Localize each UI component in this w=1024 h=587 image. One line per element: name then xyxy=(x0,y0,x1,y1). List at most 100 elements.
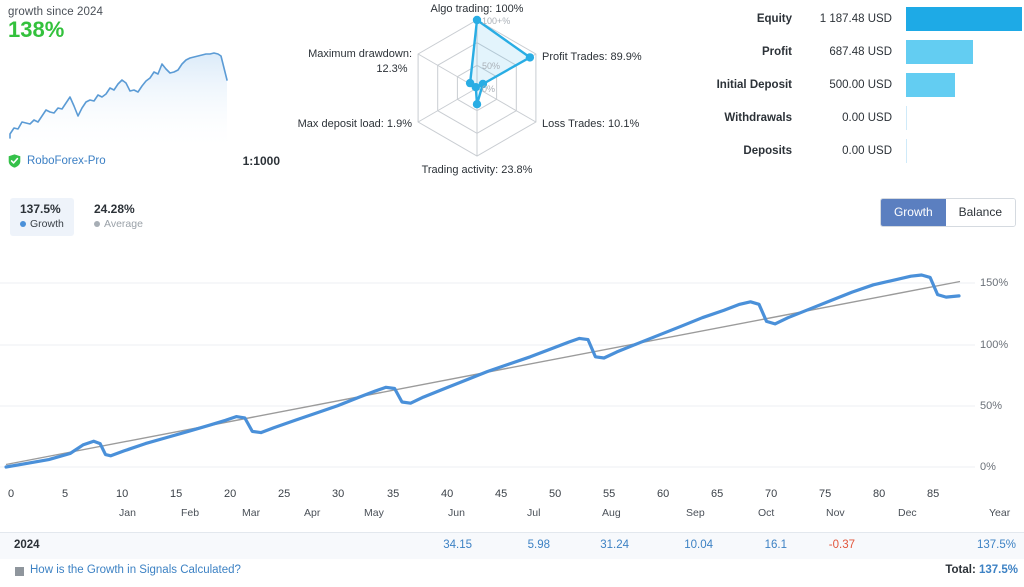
table-cell-sep: 10.04 xyxy=(684,539,713,551)
month-label-jan: Jan xyxy=(119,507,136,519)
radar-label-loss-trades: Loss Trades: 10.1% xyxy=(542,118,639,130)
ytick-50: 50% xyxy=(980,400,1003,412)
table-cell-oct: 16.1 xyxy=(764,539,787,551)
legend-average-label-wrap: Average xyxy=(94,217,143,231)
stat-bar-profit xyxy=(906,40,974,64)
radar-scale-50: 50% xyxy=(482,61,500,71)
table-cell-jul: 5.98 xyxy=(527,539,550,551)
legend-growth-label-wrap: Growth xyxy=(20,217,64,231)
month-label-may: May xyxy=(364,507,384,519)
growth-sparkline xyxy=(9,52,228,145)
growth-chart: 150% 100% 50% 0% xyxy=(0,248,1024,486)
legend-chip-growth[interactable]: 137.5% Growth xyxy=(10,198,74,236)
table-year-label: 2024 xyxy=(14,539,40,551)
chart-footer: How is the Growth in Signals Calculated?… xyxy=(0,562,1024,587)
stat-bar-zone-profit xyxy=(906,37,1022,67)
stat-label-equity: Equity xyxy=(756,13,792,25)
radar-label-maximum-drawdown-value: 12.3% xyxy=(376,63,407,75)
stat-bar-zone-withdrawals xyxy=(906,103,1022,133)
radar-label-maximum-drawdown: Maximum drawdown: xyxy=(308,48,412,60)
xtick-65: 65 xyxy=(711,488,724,500)
stat-row-initial-deposit: Initial Deposit 500.00 USD xyxy=(700,70,1022,100)
month-label-oct: Oct xyxy=(758,507,775,519)
xtick-35: 35 xyxy=(387,488,400,500)
account-stats-list: Equity 1 187.48 USD Profit 687.48 USD In… xyxy=(700,4,1022,172)
performance-radar-chart: 100+% 50% 0% Algo trading: 100% Profit T… xyxy=(298,3,642,176)
xtick-60: 60 xyxy=(657,488,670,500)
month-label-jul: Jul xyxy=(527,507,541,519)
legend-average-label: Average xyxy=(104,218,143,230)
account-name[interactable]: RoboForex-Pro xyxy=(27,155,106,167)
stat-bar-equity xyxy=(906,7,1022,31)
xtick-20: 20 xyxy=(224,488,237,500)
stat-value-initial-deposit: 500.00 USD xyxy=(829,79,892,91)
toggle-balance-button[interactable]: Balance xyxy=(945,199,1015,226)
stat-bar-zone-equity xyxy=(906,4,1022,34)
stat-value-deposits: 0.00 USD xyxy=(842,145,892,157)
growth-series-line xyxy=(4,273,961,469)
stat-row-deposits: Deposits 0.00 USD xyxy=(700,136,1022,166)
xtick-45: 45 xyxy=(495,488,508,500)
toggle-growth-button[interactable]: Growth xyxy=(880,199,946,226)
stat-row-profit: Profit 687.48 USD xyxy=(700,37,1022,67)
radar-scale-100: 100+% xyxy=(482,16,510,26)
radar-label-max-deposit-load: Max deposit load: 1.9% xyxy=(298,118,413,130)
growth-help-link[interactable]: How is the Growth in Signals Calculated? xyxy=(30,564,241,576)
stat-bar-withdrawals xyxy=(906,106,907,130)
growth-chart-svg xyxy=(0,273,975,469)
legend-chip-average[interactable]: 24.28% Average xyxy=(84,198,153,236)
total-growth-summary: Total: 137.5% xyxy=(945,564,1018,576)
stat-bar-deposits xyxy=(906,139,907,163)
stat-row-withdrawals: Withdrawals 0.00 USD xyxy=(700,103,1022,133)
xtick-15: 15 xyxy=(170,488,183,500)
month-label-aug: Aug xyxy=(602,507,621,519)
xtick-40: 40 xyxy=(441,488,454,500)
ytick-100: 100% xyxy=(980,339,1009,351)
stat-label-deposits: Deposits xyxy=(743,145,792,157)
radar-label-algo-trading: Algo trading: 100% xyxy=(431,3,524,15)
ytick-0: 0% xyxy=(980,461,996,473)
total-label: Total: xyxy=(945,564,976,576)
monthly-growth-table-row: 2024 34.15 5.98 31.24 10.04 16.1 -0.37 1… xyxy=(0,532,1024,559)
xtick-50: 50 xyxy=(549,488,562,500)
stat-value-equity: 1 187.48 USD xyxy=(819,13,892,25)
legend-growth-label: Growth xyxy=(30,218,64,230)
xtick-80: 80 xyxy=(873,488,886,500)
info-icon xyxy=(15,567,24,576)
legend-growth-dot xyxy=(20,221,26,227)
chart-legend-row: 137.5% Growth 24.28% Average Growth Bala… xyxy=(0,198,1024,240)
xtick-25: 25 xyxy=(278,488,291,500)
ytick-150: 150% xyxy=(980,277,1009,289)
radar-scale-0: 0% xyxy=(482,84,495,94)
table-cell-aug: 31.24 xyxy=(600,539,629,551)
legend-average-value: 24.28% xyxy=(94,202,135,216)
month-label-apr: Apr xyxy=(304,507,321,519)
growth-percent-value: 138% xyxy=(8,17,65,42)
month-label-nov: Nov xyxy=(826,507,845,519)
month-label-feb: Feb xyxy=(181,507,200,519)
month-label-dec: Dec xyxy=(898,507,917,519)
month-label-sep: Sep xyxy=(686,507,705,519)
stat-row-equity: Equity 1 187.48 USD xyxy=(700,4,1022,34)
month-label-jun: Jun xyxy=(448,507,465,519)
stat-label-profit: Profit xyxy=(761,46,792,58)
leverage-value: 1:1000 xyxy=(242,154,280,168)
xtick-0: 0 xyxy=(8,488,15,500)
month-label-mar: Mar xyxy=(242,507,261,519)
total-value: 137.5% xyxy=(978,564,1018,576)
growth-summary-card: growth since 2024 138% RoboForex-Pro 1:1… xyxy=(8,6,288,176)
legend-growth-value: 137.5% xyxy=(20,202,61,216)
legend-average-dot xyxy=(94,221,100,227)
account-row: RoboForex-Pro 1:1000 xyxy=(8,154,280,168)
stat-label-initial-deposit: Initial Deposit xyxy=(716,79,792,91)
xtick-5: 5 xyxy=(62,488,69,500)
chart-mode-toggle[interactable]: Growth Balance xyxy=(879,198,1016,227)
signal-statistics-page: growth since 2024 138% RoboForex-Pro 1:1… xyxy=(0,0,1024,587)
table-cell-year: 137.5% xyxy=(976,539,1016,551)
xtick-85: 85 xyxy=(927,488,940,500)
xtick-75: 75 xyxy=(819,488,832,500)
xtick-30: 30 xyxy=(332,488,345,500)
xtick-70: 70 xyxy=(765,488,778,500)
radar-label-profit-trades: Profit Trades: 89.9% xyxy=(542,51,642,63)
stat-label-withdrawals: Withdrawals xyxy=(724,112,792,124)
